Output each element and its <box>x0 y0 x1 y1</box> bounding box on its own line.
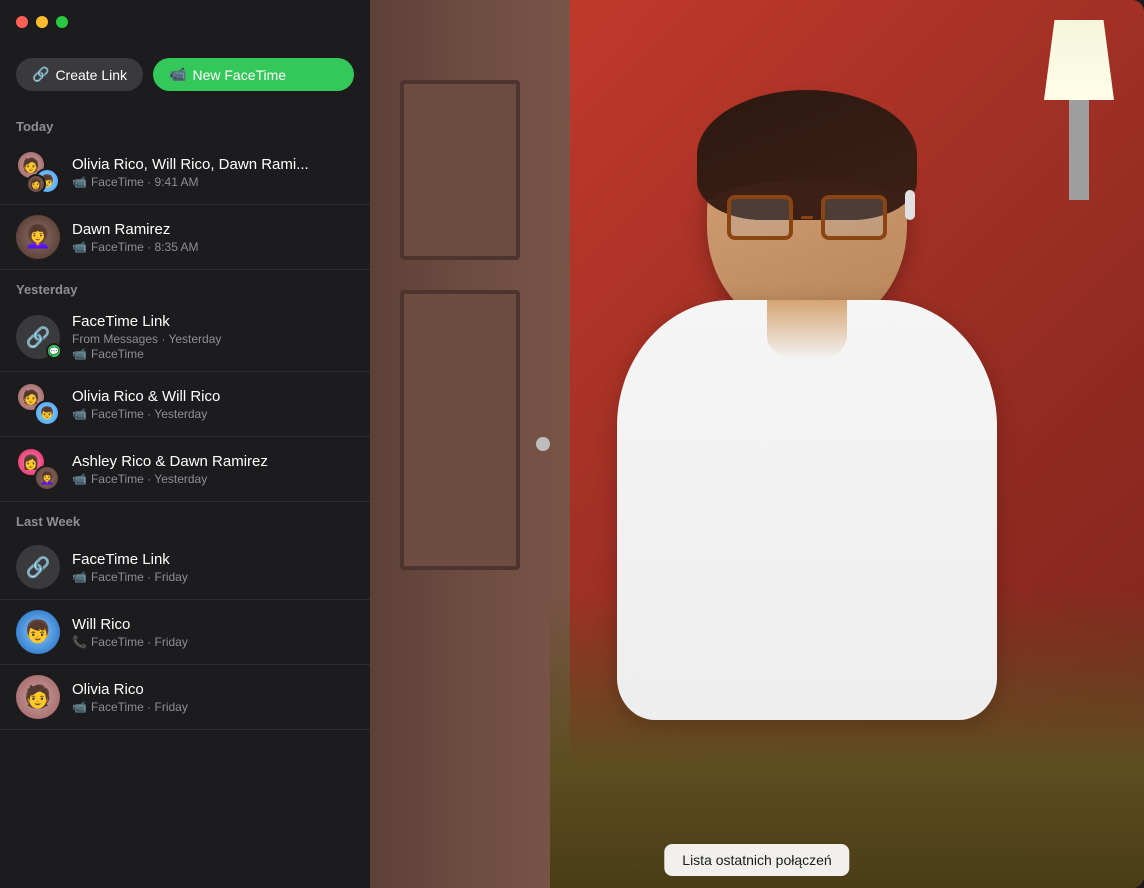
yesterday-section-header: Yesterday <box>0 270 370 303</box>
call-detail-sub: 📹 FaceTime <box>72 347 354 361</box>
video-icon: 📹 <box>72 700 87 714</box>
recents-list: Today 🧑 👦 👩 Olivia Rico, Will Rico, Dawn… <box>0 107 370 888</box>
call-name: FaceTime Link <box>72 551 354 568</box>
list-item[interactable]: 🔗 FaceTime Link 📹 FaceTime · Friday <box>0 535 370 600</box>
call-info: Olivia Rico & Will Rico 📹 FaceTime · Yes… <box>72 388 354 421</box>
person-head <box>707 100 907 330</box>
avatar: 👩‍🦱 <box>16 215 60 259</box>
avatar-tertiary: 👩 <box>26 174 46 194</box>
call-name: Olivia Rico & Will Rico <box>72 388 354 405</box>
messages-badge: 💬 <box>46 343 62 359</box>
video-icon: 📹 <box>72 347 87 361</box>
main-layout: 🔗 Create Link 📹 New FaceTime Today 🧑 👦 <box>0 0 1144 888</box>
new-facetime-button[interactable]: 📹 New FaceTime <box>153 58 354 91</box>
call-detail: 📹 FaceTime · 9:41 AM <box>72 175 354 189</box>
person-body <box>617 300 997 720</box>
call-detail: 📹 FaceTime · Friday <box>72 570 354 584</box>
video-camera-icon: 📹 <box>169 66 186 83</box>
traffic-lights <box>16 16 68 28</box>
maximize-button[interactable] <box>56 16 68 28</box>
video-panel: Lista ostatnich połączeń <box>370 0 1144 888</box>
airpod <box>905 190 915 220</box>
door-panel-bottom <box>400 290 520 570</box>
video-icon: 📹 <box>72 240 87 254</box>
tooltip-text: Lista ostatnich połączeń <box>682 852 831 868</box>
link-icon: 🔗 <box>32 66 49 83</box>
door-panel-top <box>400 80 520 260</box>
video-icon: 📹 <box>72 472 87 486</box>
call-info: Ashley Rico & Dawn Ramirez 📹 FaceTime · … <box>72 453 354 486</box>
person-glasses <box>727 195 887 240</box>
avatar: 🔗 💬 <box>16 315 60 359</box>
lamp-decoration <box>1024 0 1124 200</box>
facetime-window: 🔗 Create Link 📹 New FaceTime Today 🧑 👦 <box>0 0 1144 888</box>
avatar-secondary: 👩‍🦱 <box>34 465 60 491</box>
video-icon: 📹 <box>72 570 87 584</box>
avatar: 🧑 👦 👩 <box>16 150 60 194</box>
call-detail: 📹 FaceTime · Yesterday <box>72 472 354 486</box>
video-icon: 📹 <box>72 407 87 421</box>
call-name: Ashley Rico & Dawn Ramirez <box>72 453 354 470</box>
door-knob <box>536 437 550 451</box>
list-item[interactable]: 🧑 Olivia Rico 📹 FaceTime · Friday <box>0 665 370 730</box>
video-scene <box>370 0 1144 888</box>
create-link-label: Create Link <box>55 67 127 83</box>
video-icon: 📹 <box>72 175 87 189</box>
sidebar: 🔗 Create Link 📹 New FaceTime Today 🧑 👦 <box>0 0 370 888</box>
list-item[interactable]: 🔗 💬 FaceTime Link From Messages · Yester… <box>0 303 370 372</box>
today-section-header: Today <box>0 107 370 140</box>
call-name: Olivia Rico, Will Rico, Dawn Rami... <box>72 156 354 173</box>
avatar: 🧑 👦 <box>16 382 60 426</box>
minimize-button[interactable] <box>36 16 48 28</box>
call-info: Olivia Rico, Will Rico, Dawn Rami... 📹 F… <box>72 156 354 189</box>
avatar: 👩 👩‍🦱 <box>16 447 60 491</box>
call-detail: From Messages · Yesterday <box>72 332 354 346</box>
call-info: Will Rico 📞 FaceTime · Friday <box>72 616 354 649</box>
lamp-shade <box>1044 20 1114 100</box>
new-facetime-label: New FaceTime <box>192 67 286 83</box>
call-detail: 📹 FaceTime · Friday <box>72 700 354 714</box>
close-button[interactable] <box>16 16 28 28</box>
avatar: 👦 <box>16 610 60 654</box>
avatar: 🔗 <box>16 545 60 589</box>
door-decoration <box>370 0 570 888</box>
list-item[interactable]: 👩 👩‍🦱 Ashley Rico & Dawn Ramirez 📹 FaceT… <box>0 437 370 502</box>
call-detail: 📹 FaceTime · Yesterday <box>72 407 354 421</box>
person-area <box>550 60 1064 888</box>
list-item[interactable]: 🧑 👦 Olivia Rico & Will Rico 📹 FaceTime ·… <box>0 372 370 437</box>
list-item[interactable]: 🧑 👦 👩 Olivia Rico, Will Rico, Dawn Rami.… <box>0 140 370 205</box>
call-info: Olivia Rico 📹 FaceTime · Friday <box>72 681 354 714</box>
list-item[interactable]: 👩‍🦱 Dawn Ramirez 📹 FaceTime · 8:35 AM <box>0 205 370 270</box>
call-info: FaceTime Link 📹 FaceTime · Friday <box>72 551 354 584</box>
create-link-button[interactable]: 🔗 Create Link <box>16 58 143 91</box>
call-name: Olivia Rico <box>72 681 354 698</box>
call-detail: 📞 FaceTime · Friday <box>72 635 354 649</box>
call-info: Dawn Ramirez 📹 FaceTime · 8:35 AM <box>72 221 354 254</box>
call-name: FaceTime Link <box>72 313 354 330</box>
avatar-secondary: 👦 <box>34 400 60 426</box>
last-week-section-header: Last Week <box>0 502 370 535</box>
action-buttons-row: 🔗 Create Link 📹 New FaceTime <box>0 44 370 107</box>
avatar: 🧑 <box>16 675 60 719</box>
call-detail: 📹 FaceTime · 8:35 AM <box>72 240 354 254</box>
call-name: Dawn Ramirez <box>72 221 354 238</box>
list-item[interactable]: 👦 Will Rico 📞 FaceTime · Friday <box>0 600 370 665</box>
phone-icon: 📞 <box>72 635 87 649</box>
tooltip: Lista ostatnich połączeń <box>664 844 849 876</box>
call-info: FaceTime Link From Messages · Yesterday … <box>72 313 354 361</box>
lamp-base <box>1069 100 1089 200</box>
call-name: Will Rico <box>72 616 354 633</box>
titlebar <box>0 0 370 44</box>
